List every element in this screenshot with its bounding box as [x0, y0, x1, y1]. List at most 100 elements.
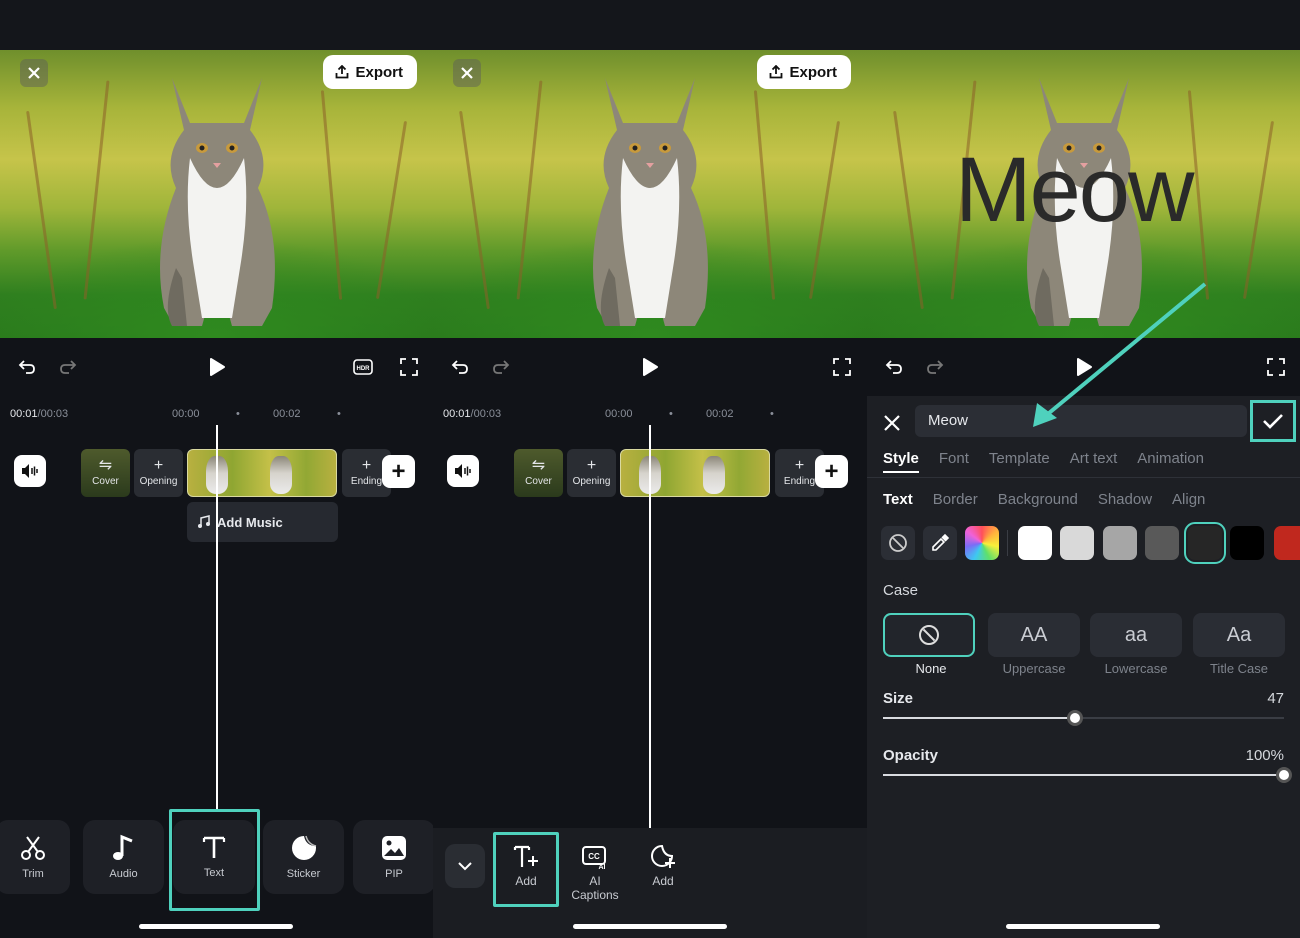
- add-clip-button[interactable]: +: [382, 455, 415, 488]
- color-swatch[interactable]: [1103, 526, 1137, 560]
- video-clip[interactable]: [620, 449, 770, 497]
- cover-button[interactable]: ⇋ Cover: [514, 449, 563, 497]
- subtab-background[interactable]: Background: [998, 491, 1078, 508]
- redo-button[interactable]: [924, 356, 946, 378]
- redo-icon: [60, 360, 77, 374]
- fullscreen-button[interactable]: [831, 356, 853, 378]
- add-opening-button[interactable]: + Opening: [567, 449, 616, 497]
- cover-button[interactable]: ⇋ Cover: [81, 449, 130, 497]
- close-editor-button[interactable]: [883, 414, 903, 434]
- color-swatch-selected[interactable]: [1184, 522, 1226, 564]
- close-button[interactable]: [20, 59, 48, 87]
- play-button[interactable]: [206, 356, 228, 378]
- home-indicator: [1006, 924, 1160, 929]
- add-opening-button[interactable]: + Opening: [134, 449, 183, 497]
- play-button[interactable]: [639, 356, 661, 378]
- ai-captions-button[interactable]: CC AI AI Captions: [565, 844, 625, 902]
- opening-label: Opening: [572, 476, 611, 487]
- audio-tool[interactable]: Audio: [83, 820, 164, 894]
- export-button[interactable]: Export: [323, 55, 417, 89]
- fullscreen-button[interactable]: [398, 356, 420, 378]
- plus-icon: +: [824, 457, 839, 485]
- style-subtabs: Text Border Background Shadow Align: [883, 491, 1205, 508]
- case-none-button[interactable]: [883, 613, 975, 657]
- eyedropper-button[interactable]: [923, 526, 957, 560]
- case-lowercase-label: Lowercase: [1104, 661, 1168, 676]
- color-swatch[interactable]: [1060, 526, 1094, 560]
- mute-clip-audio-button[interactable]: [14, 455, 46, 487]
- pip-tool[interactable]: PIP: [353, 820, 433, 894]
- opening-label: Opening: [139, 476, 178, 487]
- fullscreen-button[interactable]: [1265, 356, 1287, 378]
- tab-font[interactable]: Font: [939, 450, 969, 467]
- ruler-tick: 00:00: [172, 408, 200, 420]
- close-button[interactable]: [453, 59, 481, 87]
- highlight-add-text: [493, 832, 559, 907]
- undo-button[interactable]: [16, 356, 38, 378]
- case-lowercase-button[interactable]: aa: [1090, 613, 1182, 657]
- redo-icon: [927, 360, 944, 374]
- tab-divider: [867, 477, 1300, 478]
- size-slider-knob[interactable]: [1067, 710, 1083, 726]
- ruler-tick: 00:02: [706, 408, 734, 420]
- sticker-tool[interactable]: Sticker: [263, 820, 344, 894]
- fullscreen-icon: [833, 358, 851, 376]
- add-clip-button[interactable]: +: [815, 455, 848, 488]
- ruler-tick: 00:02: [273, 408, 301, 420]
- color-picker-swatch[interactable]: [965, 526, 999, 560]
- case-label: Case: [883, 582, 919, 599]
- undo-button[interactable]: [449, 356, 471, 378]
- opacity-slider-knob[interactable]: [1276, 767, 1292, 783]
- tab-style[interactable]: Style: [883, 450, 919, 473]
- redo-button[interactable]: [490, 356, 512, 378]
- mute-clip-audio-button[interactable]: [447, 455, 479, 487]
- collapse-button[interactable]: [445, 844, 485, 888]
- play-button[interactable]: [1073, 356, 1095, 378]
- playhead[interactable]: [649, 425, 651, 828]
- color-swatch[interactable]: [1018, 526, 1052, 560]
- hdr-button[interactable]: HDR: [352, 356, 374, 378]
- export-button[interactable]: Export: [757, 55, 851, 89]
- video-preview[interactable]: Export: [433, 50, 867, 338]
- plus-icon: +: [361, 457, 372, 474]
- status-bar: [433, 0, 867, 50]
- style-tabs: Style Font Template Art text Animation: [883, 450, 1204, 473]
- color-swatch[interactable]: [1274, 526, 1300, 560]
- confirm-button[interactable]: [1250, 400, 1296, 442]
- subtab-shadow[interactable]: Shadow: [1098, 491, 1152, 508]
- plus-icon: +: [794, 457, 805, 474]
- video-preview[interactable]: Meow: [867, 50, 1300, 338]
- undo-button[interactable]: [883, 356, 905, 378]
- tab-art-text[interactable]: Art text: [1070, 450, 1118, 467]
- subtab-align[interactable]: Align: [1172, 491, 1205, 508]
- playhead[interactable]: [216, 425, 218, 810]
- cover-icon: ⇋: [531, 457, 546, 474]
- tab-animation[interactable]: Animation: [1137, 450, 1204, 467]
- time-display: 00:01/00:03: [443, 408, 502, 420]
- size-slider[interactable]: [883, 710, 1284, 726]
- trim-tool[interactable]: Trim: [0, 820, 70, 894]
- text-input[interactable]: Meow: [915, 405, 1247, 437]
- video-preview[interactable]: Export: [0, 50, 433, 338]
- hdr-icon: HDR: [353, 359, 373, 375]
- color-swatch[interactable]: [1145, 526, 1179, 560]
- subtab-text[interactable]: Text: [883, 491, 913, 508]
- color-swatch[interactable]: [1230, 526, 1264, 560]
- add-music-button[interactable]: Add Music: [187, 502, 338, 542]
- add-sticker-button[interactable]: Add: [633, 844, 693, 888]
- opacity-slider[interactable]: [883, 767, 1292, 783]
- case-titlecase-button[interactable]: Aa: [1193, 613, 1285, 657]
- text-overlay[interactable]: Meow: [955, 138, 1194, 243]
- no-color-swatch[interactable]: [881, 526, 915, 560]
- case-uppercase-button[interactable]: AA: [988, 613, 1080, 657]
- music-note-icon: [198, 515, 210, 528]
- plus-icon: +: [153, 457, 164, 474]
- cat-image: [159, 78, 275, 326]
- video-clip[interactable]: [187, 449, 337, 497]
- audio-label: Audio: [109, 868, 138, 880]
- chevron-down-icon: [458, 862, 472, 871]
- redo-button[interactable]: [57, 356, 79, 378]
- subtab-border[interactable]: Border: [933, 491, 978, 508]
- timeline-ruler: 00:01/00:03 00:00 • 00:02 •: [10, 408, 341, 420]
- tab-template[interactable]: Template: [989, 450, 1050, 467]
